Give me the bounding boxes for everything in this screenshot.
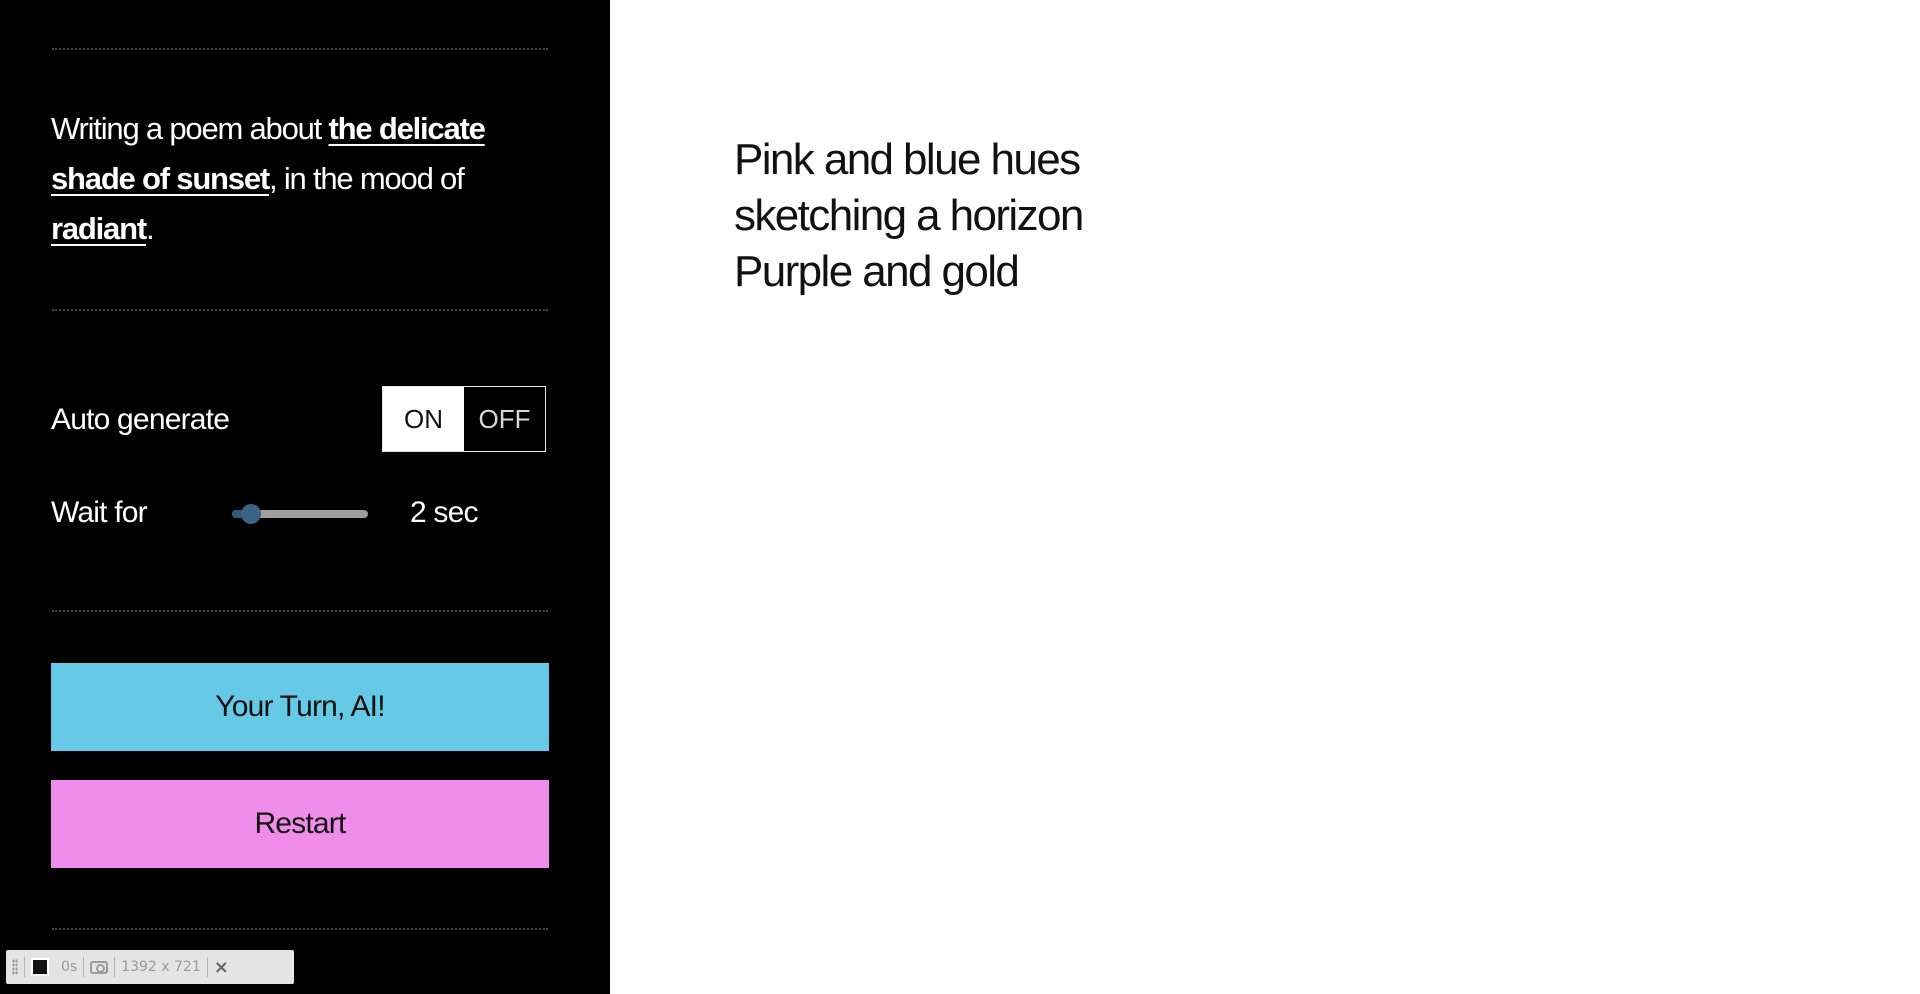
- poem-line: sketching a horizon: [734, 191, 1084, 240]
- camera-icon: [90, 960, 109, 974]
- app-root: Writing a poem about the delicate shade …: [0, 0, 1920, 994]
- drag-handle[interactable]: [6, 950, 24, 984]
- slider-thumb[interactable]: [241, 504, 262, 524]
- auto-generate-label: Auto generate: [51, 403, 230, 436]
- wait-for-label: Wait for: [51, 496, 148, 529]
- prompt-sentence: Writing a poem about the delicate shade …: [51, 104, 551, 254]
- record-button[interactable]: [25, 950, 55, 984]
- mood-keyword[interactable]: radiant: [51, 211, 147, 246]
- poem-output: Pink and blue hues sketching a horizon P…: [734, 132, 1084, 300]
- auto-generate-toggle[interactable]: ON OFF: [382, 386, 546, 452]
- close-icon: ×: [213, 956, 229, 978]
- toggle-on-option[interactable]: ON: [383, 387, 464, 451]
- record-time: 0s: [61, 959, 78, 975]
- record-square-icon: [31, 958, 49, 976]
- control-panel: Writing a poem about the delicate shade …: [0, 0, 610, 994]
- your-turn-ai-button[interactable]: Your Turn, AI!: [51, 663, 549, 751]
- viewport-size: 1392 x 721: [121, 959, 201, 975]
- restart-button[interactable]: Restart: [51, 780, 549, 868]
- divider-bottom: [52, 928, 548, 930]
- close-toolbar-button[interactable]: ×: [208, 950, 235, 984]
- divider-prompt: [52, 309, 548, 311]
- prompt-middle: , in the mood of: [269, 161, 465, 196]
- poem-line: Pink and blue hues: [734, 135, 1081, 184]
- toggle-off-option[interactable]: OFF: [464, 387, 545, 451]
- screenshot-button[interactable]: [84, 950, 114, 984]
- wait-value: 2 sec: [410, 496, 479, 529]
- wait-slider[interactable]: [232, 504, 368, 524]
- poem-line: Purple and gold: [734, 247, 1020, 296]
- dev-toolbar: 0s 1392 x 721 ×: [6, 950, 294, 984]
- prompt-suffix: .: [145, 211, 155, 246]
- prompt-prefix: Writing a poem about: [51, 111, 329, 146]
- divider-controls: [52, 610, 548, 612]
- grip-icon: [12, 959, 18, 975]
- divider-top: [52, 48, 548, 50]
